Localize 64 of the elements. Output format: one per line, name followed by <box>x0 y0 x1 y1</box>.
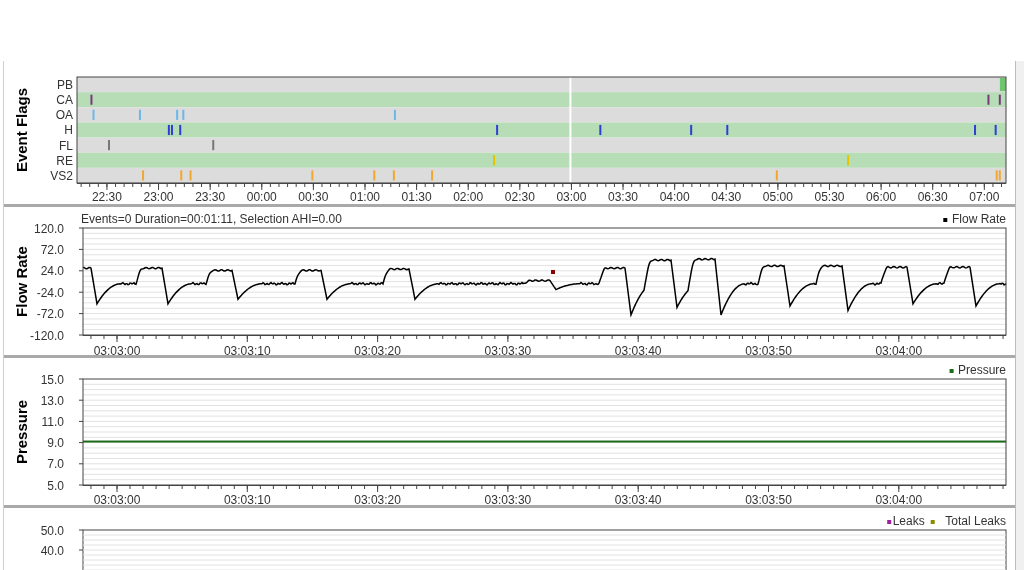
axis-label: -24.0 <box>36 285 64 300</box>
axis-label: 02:30 <box>504 190 535 204</box>
axis-label: -120.0 <box>29 328 64 343</box>
legend-label: Total Leaks <box>945 514 1006 528</box>
axis-label: 03:04:00 <box>875 344 923 355</box>
axis-title: Event Flags <box>13 87 30 173</box>
axis-label: 13.0 <box>40 393 64 408</box>
axis-label: 03:03:10 <box>223 493 271 505</box>
axis-label: 03:00 <box>556 190 587 204</box>
axis-label: 15.0 <box>40 372 64 387</box>
axis-label: 5.0 <box>47 478 64 493</box>
axis-label: 03:03:00 <box>93 344 141 355</box>
axis-label: 01:00 <box>349 190 380 204</box>
axis-label: 03:03:10 <box>223 344 271 355</box>
axis-label: -72.0 <box>36 307 64 322</box>
axis-label: 05:00 <box>762 190 793 204</box>
axis-label: 03:04:00 <box>875 493 923 505</box>
axis-label: 03:03:50 <box>745 493 792 505</box>
axis-label: 03:03:30 <box>484 344 532 355</box>
axis-label: 03:30 <box>608 190 639 204</box>
axis-ticks <box>78 529 84 551</box>
axis-label: 00:30 <box>298 190 329 204</box>
axis-label: 03:03:50 <box>745 344 792 355</box>
axis-label: 72.0 <box>40 242 64 257</box>
axis-label: 04:30 <box>711 190 742 204</box>
axis-label: 01:30 <box>401 190 432 204</box>
row-label: CA <box>56 93 73 108</box>
axis-label: 03:03:40 <box>614 493 662 505</box>
row-label: OA <box>55 108 73 123</box>
axis-label: 03:03:40 <box>614 344 662 355</box>
axis-title: Pressure <box>13 399 30 465</box>
axis-label: 120.0 <box>33 221 64 236</box>
row-label: H <box>64 123 73 138</box>
axis-label: 23:30 <box>195 190 226 204</box>
axis-label: 23:00 <box>143 190 174 204</box>
axis-label: 40.0 <box>40 543 64 558</box>
axis-label: 22:30 <box>91 190 122 204</box>
row-label: VS2 <box>50 168 73 183</box>
axis-label: 05:30 <box>814 190 845 204</box>
axis-label: 7.0 <box>47 457 64 472</box>
axis-label: 50.0 <box>40 523 64 538</box>
legend-label: Flow Rate <box>951 212 1006 226</box>
axis-label: 04:00 <box>659 190 690 204</box>
axis-label: 11.0 <box>41 414 64 429</box>
axis-label: 03:03:20 <box>354 493 401 505</box>
row-label: PB <box>57 78 73 93</box>
axis-label: 9.0 <box>47 436 64 451</box>
axis-label: 24.0 <box>40 264 64 279</box>
axis-title: Flow Rate <box>13 246 30 317</box>
event-marker <box>551 270 555 274</box>
legend-label: Pressure <box>957 363 1006 377</box>
axis-label: 06:30 <box>917 190 948 204</box>
axis-label: 03:03:00 <box>93 493 141 505</box>
axis-label: 00:00 <box>246 190 277 204</box>
row-label: RE <box>56 153 73 168</box>
legend-label: Leaks <box>892 514 925 528</box>
axis-label: 03:03:30 <box>484 493 532 505</box>
selection-summary: Events=0 Duration=00:01:11, Selection AHI=0.00 <box>81 212 342 226</box>
scrollbar-track[interactable] <box>1015 61 1024 570</box>
axis-label: 03:03:20 <box>354 344 401 355</box>
row-label: FL <box>59 138 73 153</box>
axis-label: 07:00 <box>969 190 1000 204</box>
axis-label: 02:00 <box>453 190 484 204</box>
axis-label: 06:00 <box>866 190 897 204</box>
